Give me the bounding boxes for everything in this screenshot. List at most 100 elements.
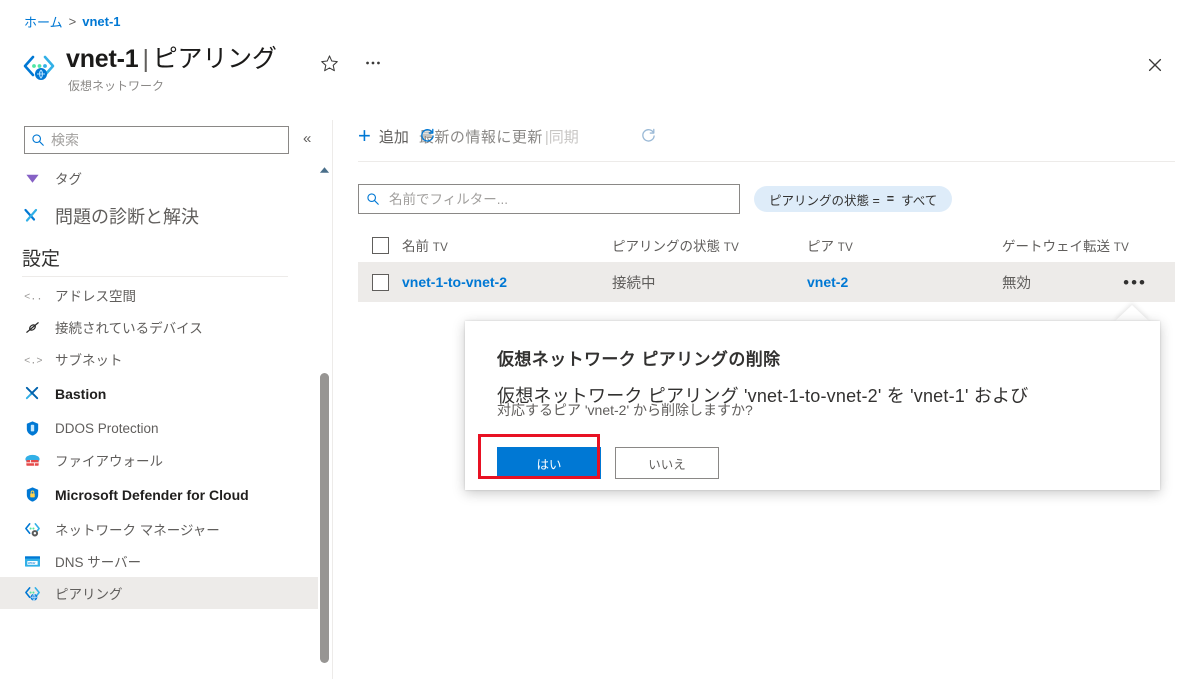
select-all-checkbox[interactable]	[372, 236, 389, 254]
sidebar: « タグ 問題の診断と解決 設定	[0, 120, 333, 679]
sidebar-item-label: Bastion	[55, 385, 107, 402]
sidebar-group-rule	[22, 275, 288, 277]
sidebar-item-label: サブネット	[55, 353, 123, 368]
dialog-message: 仮想ネットワーク ピアリング 'vnet-1-to-vnet-2' を 'vne…	[465, 382, 1160, 430]
table-header-row: 名前 TV ピアリングの状態 TV ピア TV ゲートウェイ転送 TV	[358, 228, 1175, 262]
name-filter[interactable]	[358, 184, 740, 214]
sidebar-item-subnets[interactable]: <.> サブネット	[0, 343, 318, 375]
column-header-peer[interactable]: ピア TV	[807, 235, 1002, 255]
filter-pill-value: すべて	[901, 193, 938, 208]
column-sort-marker: TV	[432, 242, 449, 254]
column-header-label: ピアリングの状態	[612, 239, 720, 254]
sidebar-scroll-up-arrow[interactable]	[317, 166, 331, 178]
dns-server-icon: www	[22, 551, 42, 571]
name-filter-input[interactable]	[387, 190, 739, 208]
address-space-icon: <..>	[22, 285, 42, 305]
breadcrumb-home[interactable]: ホーム	[24, 12, 63, 31]
sidebar-item-tags[interactable]: タグ	[0, 162, 318, 194]
table-row[interactable]: vnet-1-to-vnet-2 接続中 vnet-2 無効 •••	[358, 262, 1175, 302]
sync-button-label: 同期	[548, 128, 579, 146]
sidebar-item-network-manager[interactable]: ネットワーク マネージャー	[0, 513, 318, 545]
svg-text:<..>: <..>	[24, 291, 42, 303]
filter-bar: ピアリングの状態 = = すべて	[333, 184, 1200, 214]
wrench-icon	[22, 206, 42, 226]
sidebar-scrollbar-thumb[interactable]	[320, 373, 329, 663]
star-icon[interactable]	[318, 52, 340, 74]
add-button[interactable]: + 追加	[358, 119, 409, 153]
callout-beak	[1114, 305, 1150, 322]
search-icon	[25, 133, 51, 147]
sidebar-item-label: 接続されているデバイス	[55, 321, 203, 336]
page-title-separator: |	[142, 45, 149, 73]
breadcrumb-separator: >	[68, 14, 77, 29]
sidebar-item-diagnose[interactable]: 問題の診断と解決	[0, 194, 318, 238]
refresh-button-label: 最新の情報に更新	[418, 128, 543, 146]
column-sort-marker: TV	[837, 242, 854, 254]
breadcrumb: ホーム > vnet-1	[24, 12, 121, 31]
sidebar-item-firewall[interactable]: ファイアウォール	[0, 444, 318, 476]
page-header: vnet-1 | ピアリング 仮想ネットワーク	[20, 44, 277, 94]
connected-devices-icon	[22, 317, 42, 337]
confirm-yes-button[interactable]: はい	[497, 447, 601, 479]
row-checkbox[interactable]	[372, 273, 389, 291]
close-icon[interactable]	[1142, 52, 1168, 78]
chevron-double-left-icon[interactable]: «	[303, 130, 311, 147]
sidebar-item-address-space[interactable]: <..> アドレス空間	[0, 279, 318, 311]
column-header-peering-state[interactable]: ピアリングの状態 TV	[612, 235, 807, 255]
subnet-icon: <.>	[22, 349, 42, 369]
column-sort-marker: TV	[723, 242, 740, 254]
sidebar-item-dns-servers[interactable]: www DNS サーバー	[0, 545, 318, 577]
svg-text:<.>: <.>	[24, 355, 42, 367]
delete-peering-dialog: 仮想ネットワーク ピアリングの削除 仮想ネットワーク ピアリング 'vnet-1…	[465, 321, 1160, 490]
row-gateway-transit: 無効	[1002, 275, 1031, 292]
sidebar-item-label: DNS サーバー	[55, 555, 142, 570]
defender-shield-icon	[22, 485, 42, 505]
sidebar-item-label: Microsoft Defender for Cloud	[55, 486, 249, 503]
sidebar-item-label: 問題の診断と解決	[55, 207, 199, 227]
bastion-icon	[22, 384, 42, 404]
sidebar-item-label: アドレス空間	[55, 289, 136, 304]
filter-pill-operator: =	[886, 192, 895, 206]
svg-text:www: www	[28, 561, 36, 565]
column-header-label: ピア	[807, 239, 834, 254]
filter-pill-field: ピアリングの状態 =	[769, 193, 880, 208]
column-header-label: ゲートウェイ転送	[1002, 239, 1110, 254]
search-input[interactable]	[51, 132, 288, 148]
add-button-label: 追加	[378, 128, 409, 146]
title-actions	[318, 52, 384, 74]
sidebar-item-defender-for-cloud[interactable]: Microsoft Defender for Cloud	[0, 476, 318, 513]
sidebar-group-settings: 設定	[0, 244, 318, 277]
dialog-message-line2: 対応するピア 'vnet-2' から削除しますか?	[497, 402, 753, 418]
shield-icon	[22, 418, 42, 438]
refresh-icon	[419, 127, 436, 147]
command-bar: + 追加 最新の情報に更新 |同期	[333, 110, 1200, 162]
column-header-label: 名前	[402, 239, 429, 254]
row-peering-state: 接続中	[612, 275, 656, 292]
row-name-link[interactable]: vnet-1-to-vnet-2	[402, 274, 612, 290]
column-header-name[interactable]: 名前 TV	[402, 235, 612, 255]
dialog-actions: はい いいえ	[497, 447, 719, 479]
breadcrumb-current[interactable]: vnet-1	[82, 14, 120, 29]
sidebar-item-ddos-protection[interactable]: DDOS Protection	[0, 412, 318, 444]
cancel-no-button[interactable]: いいえ	[615, 447, 719, 479]
sidebar-item-label: ファイアウォール	[55, 454, 163, 469]
peering-state-filter-pill[interactable]: ピアリングの状態 = = すべて	[754, 186, 953, 212]
sidebar-item-peering[interactable]: ピアリング	[0, 577, 318, 609]
row-ellipsis-icon[interactable]: •••	[1123, 274, 1147, 291]
page-title: vnet-1 | ピアリング	[66, 44, 277, 74]
firewall-icon	[22, 450, 42, 470]
column-header-gateway-transit[interactable]: ゲートウェイ転送 TV	[1002, 235, 1175, 255]
row-checkbox-cell[interactable]	[358, 273, 402, 291]
sidebar-item-bastion[interactable]: Bastion	[0, 375, 318, 412]
sidebar-item-label: ネットワーク マネージャー	[55, 523, 220, 538]
sidebar-group-title: 設定	[22, 249, 61, 270]
sync-button[interactable]: |同期	[545, 126, 579, 147]
sidebar-search[interactable]	[24, 126, 289, 154]
refresh-button[interactable]: 最新の情報に更新	[418, 126, 655, 147]
sidebar-item-connected-devices[interactable]: 接続されているデバイス	[0, 311, 318, 343]
row-peer-link[interactable]: vnet-2	[807, 274, 1002, 290]
peerings-table: 名前 TV ピアリングの状態 TV ピア TV ゲートウェイ転送 TV vnet…	[333, 228, 1200, 302]
select-all-checkbox-cell[interactable]	[358, 236, 402, 254]
page-subtitle: 仮想ネットワーク	[68, 79, 165, 93]
ellipsis-icon[interactable]	[362, 52, 384, 74]
